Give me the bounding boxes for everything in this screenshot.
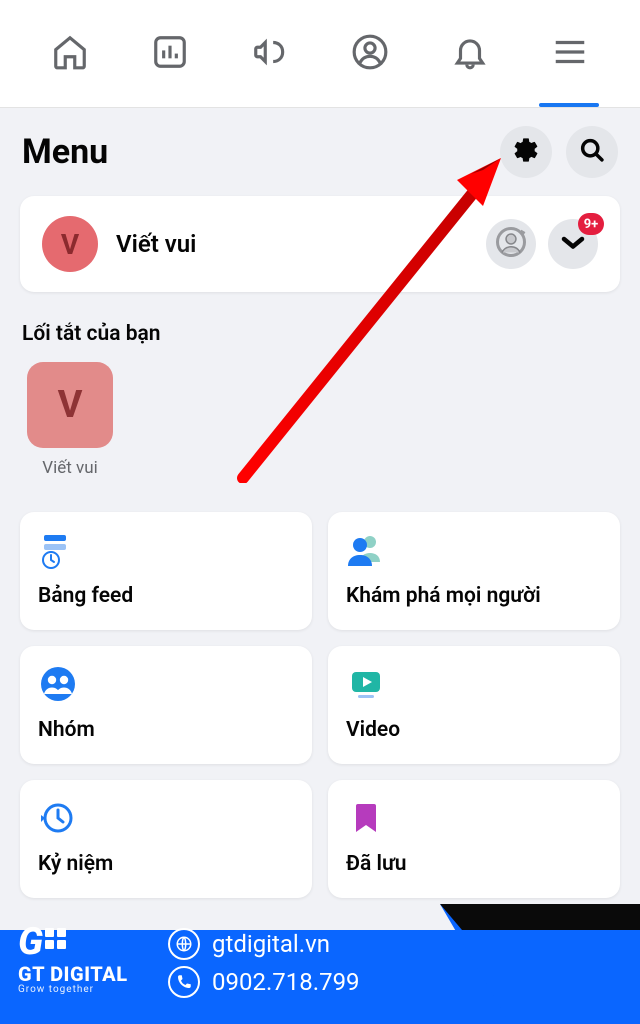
groups-icon bbox=[38, 664, 78, 704]
nav-menu[interactable] bbox=[545, 29, 595, 79]
home-icon bbox=[51, 33, 89, 75]
nav-promotions[interactable] bbox=[245, 29, 295, 79]
footer-website-text: gtdigital.vn bbox=[212, 930, 330, 958]
switch-profile-button[interactable]: 9+ bbox=[548, 219, 598, 269]
settings-button[interactable] bbox=[500, 126, 552, 178]
story-ring-icon bbox=[493, 224, 529, 264]
grid-item-label: Khám phá mọi người bbox=[346, 584, 602, 608]
footer-content: G GT DIGITAL Grow together gtdigital.vn … bbox=[0, 904, 640, 1024]
profile-name: Viết vui bbox=[116, 230, 474, 258]
shortcut-label: Viết vui bbox=[22, 458, 118, 478]
grid-item-groups[interactable]: Nhóm bbox=[20, 646, 312, 764]
shortcut-item[interactable]: V Viết vui bbox=[22, 362, 118, 478]
search-button[interactable] bbox=[566, 126, 618, 178]
bell-icon bbox=[451, 33, 489, 75]
gear-icon bbox=[512, 136, 540, 168]
user-circle-icon bbox=[351, 33, 389, 75]
shortcut-avatar: V bbox=[27, 362, 113, 448]
grid-item-saved[interactable]: Đã lưu bbox=[328, 780, 620, 898]
footer-tagline: Grow together bbox=[18, 984, 128, 995]
grid-item-label: Kỷ niệm bbox=[38, 852, 294, 876]
footer-phone: 0902.718.799 bbox=[168, 966, 360, 998]
hamburger-icon bbox=[551, 33, 589, 75]
grid-item-label: Bảng feed bbox=[38, 584, 294, 608]
globe-icon bbox=[168, 928, 200, 960]
footer-phone-text: 0902.718.799 bbox=[212, 968, 360, 996]
top-nav bbox=[0, 0, 640, 108]
page-header: Menu bbox=[0, 108, 640, 188]
page-title: Menu bbox=[22, 132, 486, 172]
video-icon bbox=[346, 664, 386, 704]
story-ring-button[interactable] bbox=[486, 219, 536, 269]
nav-home[interactable] bbox=[45, 29, 95, 79]
profile-avatar: V bbox=[42, 216, 98, 272]
grid-item-label: Nhóm bbox=[38, 718, 294, 742]
bar-chart-icon bbox=[151, 33, 189, 75]
footer-contacts: gtdigital.vn 0902.718.799 bbox=[168, 922, 360, 1004]
phone-icon bbox=[168, 966, 200, 998]
grid-item-video[interactable]: Video bbox=[328, 646, 620, 764]
menu-grid: Bảng feed Khám phá mọi người Nhóm Video … bbox=[0, 484, 640, 898]
feed-icon bbox=[38, 530, 78, 570]
grid-item-memories[interactable]: Kỷ niệm bbox=[20, 780, 312, 898]
shortcuts-heading: Lối tắt của bạn bbox=[0, 300, 640, 354]
shortcuts-row: V Viết vui bbox=[0, 354, 640, 484]
footer-logo: G GT DIGITAL Grow together bbox=[18, 924, 128, 995]
active-tab-indicator bbox=[539, 103, 599, 107]
grid-item-discover-people[interactable]: Khám phá mọi người bbox=[328, 512, 620, 630]
nav-notifications[interactable] bbox=[445, 29, 495, 79]
footer-website: gtdigital.vn bbox=[168, 928, 360, 960]
megaphone-icon bbox=[251, 33, 289, 75]
nav-insights[interactable] bbox=[145, 29, 195, 79]
footer-brand: GT DIGITAL bbox=[18, 962, 128, 986]
nav-profile[interactable] bbox=[345, 29, 395, 79]
memories-icon bbox=[38, 798, 78, 838]
grid-item-label: Đã lưu bbox=[346, 852, 602, 876]
grid-item-feed[interactable]: Bảng feed bbox=[20, 512, 312, 630]
grid-item-label: Video bbox=[346, 718, 602, 742]
notification-badge: 9+ bbox=[578, 213, 604, 235]
people-icon bbox=[346, 530, 386, 570]
search-icon bbox=[578, 136, 606, 168]
bookmark-icon bbox=[346, 798, 386, 838]
profile-card[interactable]: V Viết vui 9+ bbox=[20, 196, 620, 292]
